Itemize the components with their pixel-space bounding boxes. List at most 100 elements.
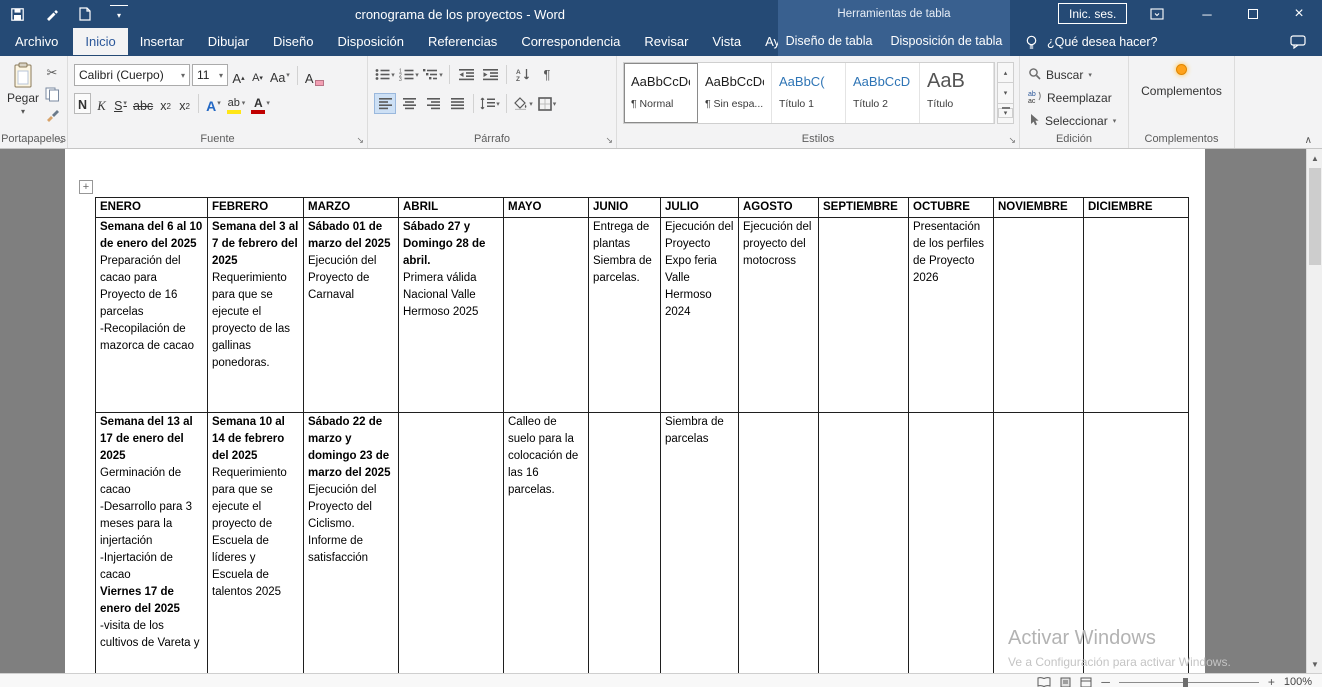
highlight-color-button[interactable]: ab▾ — [225, 93, 248, 114]
select-button[interactable]: Seleccionar▾ — [1028, 110, 1116, 131]
tab-diseño-de-tabla[interactable]: Diseño de tabla — [777, 28, 882, 56]
table-cell[interactable] — [819, 218, 909, 413]
tab-correspondencia[interactable]: Correspondencia — [509, 28, 632, 55]
shading-icon[interactable]: ▾ — [512, 93, 534, 114]
tab-disposición-de-tabla[interactable]: Disposición de tabla — [882, 28, 1012, 56]
table-cell[interactable]: Sábado 22 de marzo y domingo 23 de marzo… — [304, 413, 399, 674]
table-cell[interactable]: Sábado 27 y Domingo 28 de abril.Primera … — [399, 218, 504, 413]
paragraph-dialog-launcher[interactable]: ↘ — [605, 136, 613, 145]
style-sin-espa...[interactable]: AaBbCcDc¶ Sin espa... — [698, 63, 772, 123]
table-cell[interactable] — [399, 413, 504, 674]
cut-icon[interactable]: ✂ — [44, 65, 60, 81]
copy-icon[interactable] — [44, 86, 60, 102]
styles-more-icon[interactable]: ▾ — [997, 104, 1014, 124]
tab-archivo[interactable]: Archivo — [0, 28, 73, 55]
increase-indent-icon[interactable] — [479, 64, 501, 85]
print-layout-icon[interactable] — [1060, 677, 1071, 687]
close-button[interactable]: × — [1276, 0, 1322, 28]
justify-icon[interactable] — [446, 93, 468, 114]
align-center-icon[interactable] — [398, 93, 420, 114]
underline-button[interactable]: S▾ — [112, 93, 129, 114]
font-size-select[interactable]: 11▾ — [192, 64, 228, 86]
font-name-select[interactable]: Calibri (Cuerpo)▾ — [74, 64, 190, 86]
bullet-list-icon[interactable]: ▾ — [374, 64, 396, 85]
zoom-slider-thumb[interactable] — [1183, 678, 1188, 687]
comment-icon[interactable] — [1290, 35, 1306, 54]
table-cell[interactable]: Calleo de suelo para la colocación de la… — [504, 413, 589, 674]
table-cell[interactable]: Semana del 3 al 7 de febrero del 2025Req… — [208, 218, 304, 413]
table-cell[interactable]: Siembra de parcelas — [661, 413, 739, 674]
change-case-button[interactable]: Aa▾ — [268, 65, 292, 86]
font-dialog-launcher[interactable]: ↘ — [356, 136, 364, 145]
read-mode-icon[interactable] — [1037, 677, 1051, 687]
table-cell[interactable] — [504, 218, 589, 413]
style-título-1[interactable]: AaBbC(Título 1 — [772, 63, 846, 123]
table-cell[interactable]: Ejecución del Proyecto Expo feria Valle … — [661, 218, 739, 413]
scrollbar-thumb[interactable] — [1309, 168, 1321, 265]
find-button[interactable]: Buscar▾ — [1028, 64, 1092, 85]
table-cell[interactable] — [1084, 413, 1189, 674]
table-move-handle-icon[interactable]: + — [79, 180, 93, 194]
minimize-button[interactable]: ─ — [1184, 0, 1230, 28]
table-cell[interactable]: Sábado 01 de marzo del 2025Ejecución del… — [304, 218, 399, 413]
zoom-out-button[interactable]: ─ — [1101, 677, 1110, 687]
tab-insertar[interactable]: Insertar — [128, 28, 196, 55]
zoom-level[interactable]: 100% — [1284, 676, 1312, 687]
table-cell[interactable]: Ejecución del proyecto del motocross — [739, 218, 819, 413]
tab-referencias[interactable]: Referencias — [416, 28, 509, 55]
tell-me-box[interactable]: ¿Qué desea hacer? — [1022, 28, 1158, 56]
table-cell[interactable]: Semana del 13 al 17 de enero del 2025Ger… — [96, 413, 208, 674]
strikethrough-button[interactable]: abc — [131, 93, 155, 114]
borders-icon[interactable]: ▾ — [536, 93, 558, 114]
shrink-font-button[interactable]: A▾ — [249, 65, 266, 86]
tab-vista[interactable]: Vista — [700, 28, 753, 55]
scroll-up-icon[interactable]: ▲ — [1307, 150, 1322, 166]
tab-inicio[interactable]: Inicio — [73, 28, 127, 55]
scroll-down-icon[interactable]: ▼ — [1307, 656, 1322, 672]
table-cell[interactable]: Presentación de los perfiles de Proyecto… — [909, 218, 994, 413]
new-document-icon[interactable] — [76, 5, 94, 23]
numbered-list-icon[interactable]: 123▾ — [398, 64, 420, 85]
align-left-icon[interactable] — [374, 93, 396, 114]
style-título-2[interactable]: AaBbCcDTítulo 2 — [846, 63, 920, 123]
sign-in-button[interactable]: Inic. ses. — [1058, 3, 1127, 24]
multilevel-list-icon[interactable]: ▾ — [422, 64, 444, 85]
align-right-icon[interactable] — [422, 93, 444, 114]
paste-button[interactable]: Pegar ▾ — [2, 62, 44, 132]
text-effects-button[interactable]: A▾ — [204, 93, 223, 114]
tab-disposición[interactable]: Disposición — [325, 28, 415, 55]
styles-dialog-launcher[interactable]: ↘ — [1008, 136, 1016, 145]
table-cell[interactable] — [994, 218, 1084, 413]
replace-button[interactable]: abac Reemplazar — [1028, 87, 1112, 108]
grow-font-button[interactable]: A▴ — [230, 65, 247, 86]
table-cell[interactable] — [1084, 218, 1189, 413]
sort-icon[interactable]: AZ — [512, 64, 534, 85]
format-painter-icon[interactable] — [44, 107, 60, 123]
zoom-in-button[interactable]: + — [1268, 677, 1275, 687]
table-cell[interactable] — [994, 413, 1084, 674]
table-cell[interactable]: Semana del 6 al 10 de enero del 2025Prep… — [96, 218, 208, 413]
style-título[interactable]: AaBTítulo — [920, 63, 994, 123]
collapse-ribbon-icon[interactable]: ∧ — [1305, 135, 1312, 146]
italic-button[interactable]: K — [93, 93, 110, 114]
addins-button[interactable]: Complementos — [1129, 64, 1234, 98]
ribbon-display-options-icon[interactable] — [1148, 5, 1166, 23]
vertical-scrollbar[interactable]: ▲ ▼ — [1306, 149, 1322, 673]
qat-customize-chevron-icon[interactable]: ▾ — [110, 5, 128, 23]
tab-dibujar[interactable]: Dibujar — [196, 28, 261, 55]
table-cell[interactable]: Entrega de plantas Siembra de parcelas. — [589, 218, 661, 413]
table-cell[interactable]: Semana 10 al 14 de febrero del 2025Reque… — [208, 413, 304, 674]
web-layout-icon[interactable] — [1080, 677, 1092, 687]
style-normal[interactable]: AaBbCcDc¶ Normal — [624, 63, 698, 123]
decrease-indent-icon[interactable] — [455, 64, 477, 85]
document-page[interactable]: + ENEROFEBREROMARZOABRILMAYOJUNIOJULIOAG… — [65, 149, 1205, 673]
zoom-slider[interactable] — [1119, 677, 1259, 687]
tab-revisar[interactable]: Revisar — [632, 28, 700, 55]
bold-button[interactable]: N — [74, 93, 91, 114]
table-cell[interactable] — [819, 413, 909, 674]
font-color-button[interactable]: A▾ — [249, 93, 272, 114]
table-cell[interactable] — [739, 413, 819, 674]
pen-icon[interactable] — [42, 5, 60, 23]
save-icon[interactable] — [8, 5, 26, 23]
styles-scroll-down-icon[interactable]: ▾ — [997, 83, 1014, 103]
